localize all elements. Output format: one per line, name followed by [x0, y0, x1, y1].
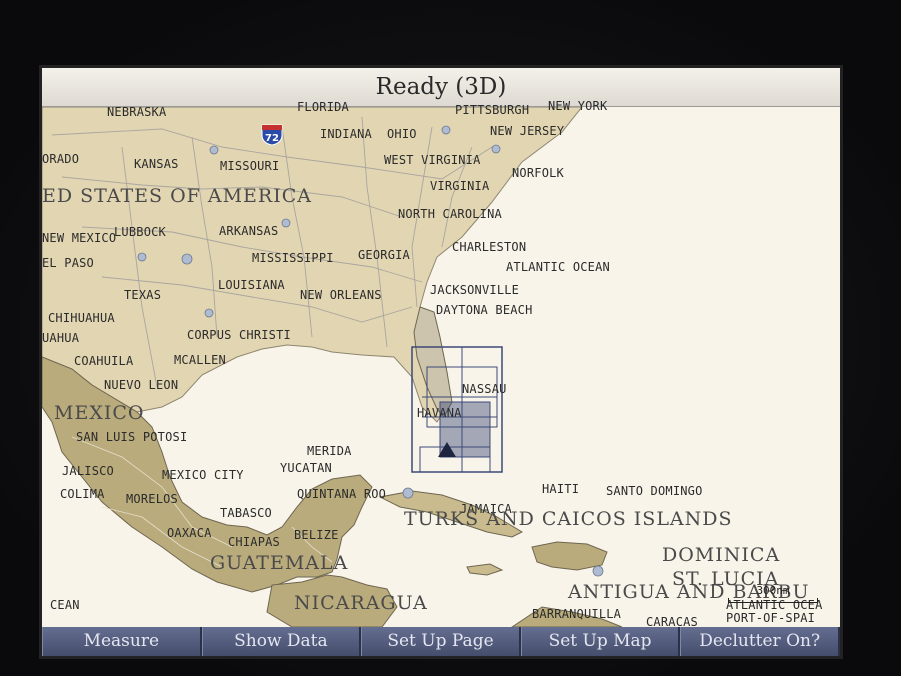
map-label: OHIO: [387, 127, 417, 141]
country-label: ED STATES OF AMERICA: [42, 185, 312, 207]
map-label: OAXACA: [167, 526, 212, 540]
map-label: NORTH CAROLINA: [398, 207, 502, 221]
map-scale: 300nm: [728, 584, 818, 603]
softkey-bar: Measure Show Data Set Up Page Set Up Map…: [42, 627, 840, 656]
map-label: NEW MEXICO: [42, 231, 117, 245]
map-label: JACKSONVILLE: [430, 283, 520, 297]
map-label: YUCATAN: [280, 461, 332, 475]
map-label: WEST VIRGINIA: [384, 153, 481, 167]
country-label: NICARAGUA: [294, 592, 428, 614]
map-label: ATLANTIC OCEAN: [506, 260, 610, 274]
map-label: NEW JERSEY: [490, 124, 565, 138]
interstate-shield-icon: 72: [261, 124, 283, 146]
map-label: MEXICO CITY: [162, 468, 244, 482]
map-label: DAYTONA BEACH: [436, 303, 533, 317]
map-label: TEXAS: [124, 288, 162, 302]
map-label: CHARLESTON: [452, 240, 527, 254]
map-label: JALISCO: [62, 464, 114, 478]
map-label: CHIHUAHUA: [48, 311, 115, 325]
map-label: PITTSBURGH: [455, 103, 530, 117]
scale-bar: [728, 598, 818, 603]
map-label: INDIANA: [320, 127, 372, 141]
map-label: EL PASO: [42, 256, 94, 270]
map-label: MERIDA: [307, 444, 352, 458]
map-label: HAVANA: [417, 406, 462, 420]
map-label: MISSISSIPPI: [252, 251, 334, 265]
map-label: NEW YORK: [548, 99, 608, 113]
map-label: MCALLEN: [174, 353, 226, 367]
map-label: QUINTANA ROO: [297, 487, 387, 501]
map-label: LOUISIANA: [218, 278, 285, 292]
map-label: COAHUILA: [74, 354, 134, 368]
map-label: NUEVO LEON: [104, 378, 179, 392]
map-label: ARKANSAS: [219, 224, 279, 238]
country-label: GUATEMALA: [210, 552, 349, 574]
map-label: SAN LUIS POTOSI: [76, 430, 188, 444]
map-label: NASSAU: [462, 382, 507, 396]
country-label: TURKS AND CAICOS ISLANDS: [404, 508, 733, 530]
map-label: NEBRASKA: [107, 105, 167, 119]
map-label: KANSAS: [134, 157, 179, 171]
map-label: GEORGIA: [358, 248, 410, 262]
map-label: CORPUS CHRISTI: [187, 328, 291, 342]
map-label: VIRGINIA: [430, 179, 490, 193]
map-label: PORT-OF-SPAI: [726, 611, 816, 625]
map-label: TABASCO: [220, 506, 272, 520]
gps-screen: Ready (3D) 72 NEBRASKA FLORIDA PITTSBURG…: [42, 68, 840, 656]
softkey-measure[interactable]: Measure: [42, 627, 202, 656]
interstate-shield-number: 72: [265, 133, 279, 144]
status-title: Ready (3D): [375, 74, 507, 100]
map-label: BARRANQUILLA: [532, 607, 622, 621]
country-label-dominica: DOMINICA: [662, 544, 781, 566]
softkey-set-up-page[interactable]: Set Up Page: [361, 627, 521, 656]
softkey-show-data[interactable]: Show Data: [201, 627, 362, 656]
map-label: FLORIDA: [297, 100, 349, 114]
map-label: BELIZE: [294, 528, 339, 542]
map-label: HAITI: [542, 482, 580, 496]
map-label: SANTO DOMINGO: [606, 484, 703, 498]
map-label: UAHUA: [42, 331, 80, 345]
map-label: ORADO: [42, 152, 80, 166]
map-label: CEAN: [50, 598, 80, 612]
softkey-set-up-map[interactable]: Set Up Map: [520, 627, 681, 656]
map-label: MORELOS: [126, 492, 178, 506]
country-label: MEXICO: [54, 402, 145, 424]
scale-label: 300nm: [756, 584, 790, 597]
map-label: NORFOLK: [512, 166, 564, 180]
map-label: MISSOURI: [220, 159, 280, 173]
map-label: NEW ORLEANS: [300, 288, 382, 302]
map-label: CHIAPAS: [228, 535, 280, 549]
status-bar: Ready (3D): [42, 68, 840, 107]
softkey-declutter[interactable]: Declutter On?: [680, 627, 840, 656]
map-label: COLIMA: [60, 487, 105, 501]
map-label: LUBBOCK: [114, 225, 166, 239]
